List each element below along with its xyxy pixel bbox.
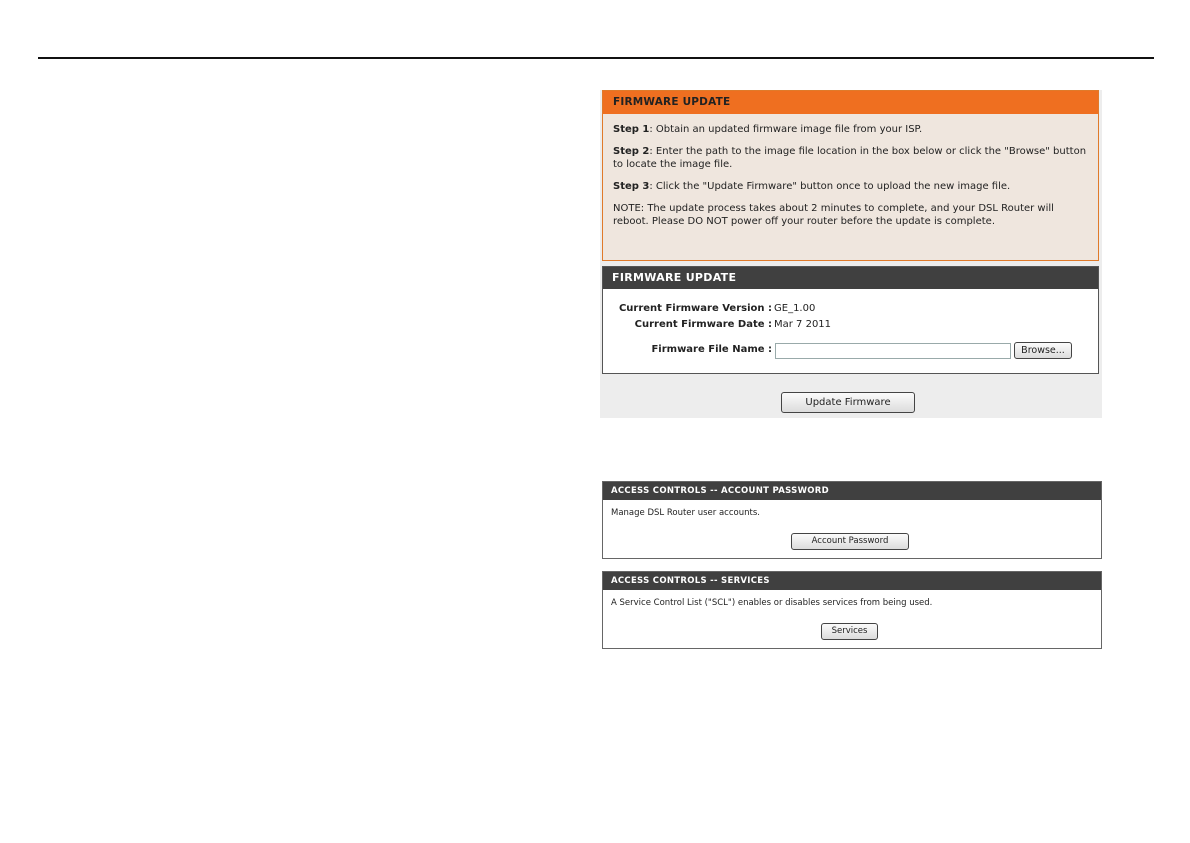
step-3-label: Step 3 — [613, 181, 650, 192]
account-password-header: ACCESS CONTROLS -- ACCOUNT PASSWORD — [603, 482, 1101, 500]
services-header: ACCESS CONTROLS -- SERVICES — [603, 572, 1101, 590]
firmware-date-label: Current Firmware Date : — [634, 319, 772, 330]
step-3-text: : Click the "Update Firmware" button onc… — [649, 181, 1011, 192]
step-2-label: Step 2 — [613, 146, 650, 157]
step-2-text: : Enter the path to the image file locat… — [613, 146, 1087, 170]
firmware-file-input[interactable] — [775, 343, 1011, 359]
services-panel: ACCESS CONTROLS -- SERVICES A Service Co… — [602, 571, 1102, 649]
firmware-instructions-box: FIRMWARE UPDATE Step 1: Obtain an update… — [602, 90, 1099, 261]
firmware-instructions-body: Step 1: Obtain an updated firmware image… — [603, 114, 1098, 228]
step-3: Step 3: Click the "Update Firmware" butt… — [613, 180, 1088, 193]
update-note: NOTE: The update process takes about 2 m… — [613, 203, 1054, 227]
account-password-description: Manage DSL Router user accounts. — [611, 508, 760, 518]
services-button[interactable]: Services — [821, 623, 878, 640]
account-password-button[interactable]: Account Password — [791, 533, 909, 550]
top-divider-line — [38, 57, 1154, 59]
firmware-update-screen: FIRMWARE UPDATE Step 1: Obtain an update… — [600, 90, 1102, 418]
step-1-label: Step 1 — [613, 124, 650, 135]
update-firmware-button[interactable]: Update Firmware — [781, 392, 915, 413]
firmware-file-label: Firmware File Name : — [651, 344, 772, 355]
firmware-version-value: GE_1.00 — [774, 303, 816, 314]
step-2: Step 2: Enter the path to the image file… — [613, 145, 1088, 171]
browse-button[interactable]: Browse... — [1014, 342, 1072, 359]
firmware-version-label: Current Firmware Version : — [618, 303, 772, 314]
services-description: A Service Control List ("SCL") enables o… — [611, 598, 933, 608]
step-1: Step 1: Obtain an updated firmware image… — [613, 123, 1088, 136]
step-1-text: : Obtain an updated firmware image file … — [649, 124, 923, 135]
firmware-date-value: Mar 7 2011 — [774, 319, 832, 330]
firmware-panel-header: FIRMWARE UPDATE — [603, 267, 1098, 289]
account-password-panel: ACCESS CONTROLS -- ACCOUNT PASSWORD Mana… — [602, 481, 1102, 559]
firmware-instructions-header: FIRMWARE UPDATE — [603, 91, 1098, 114]
firmware-update-panel: FIRMWARE UPDATE Current Firmware Version… — [602, 266, 1099, 374]
